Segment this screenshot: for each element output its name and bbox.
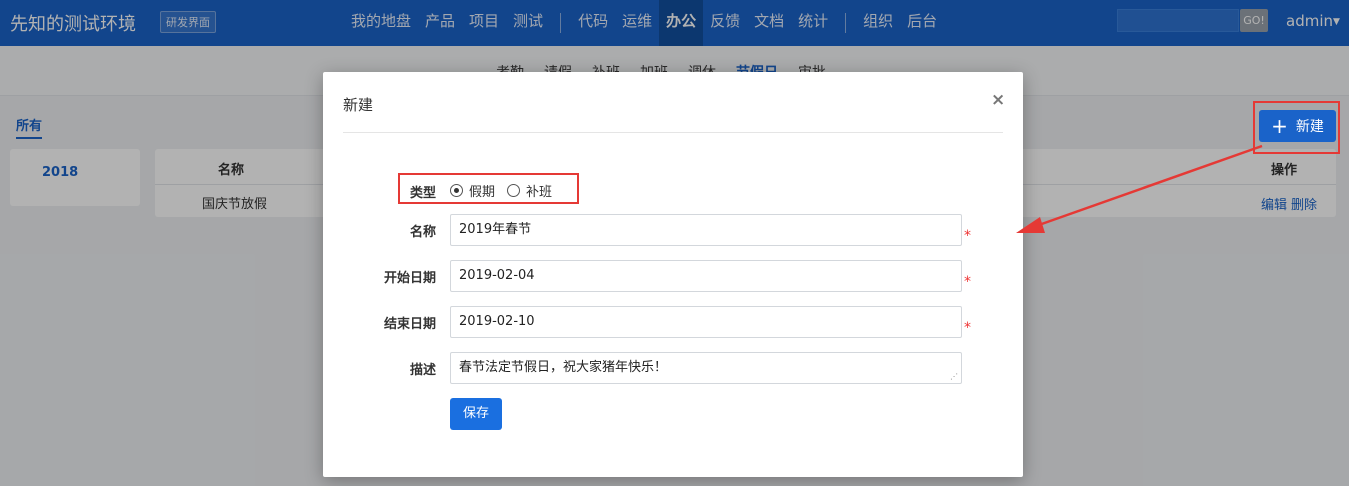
annotation-arrow — [1016, 144, 1263, 233]
